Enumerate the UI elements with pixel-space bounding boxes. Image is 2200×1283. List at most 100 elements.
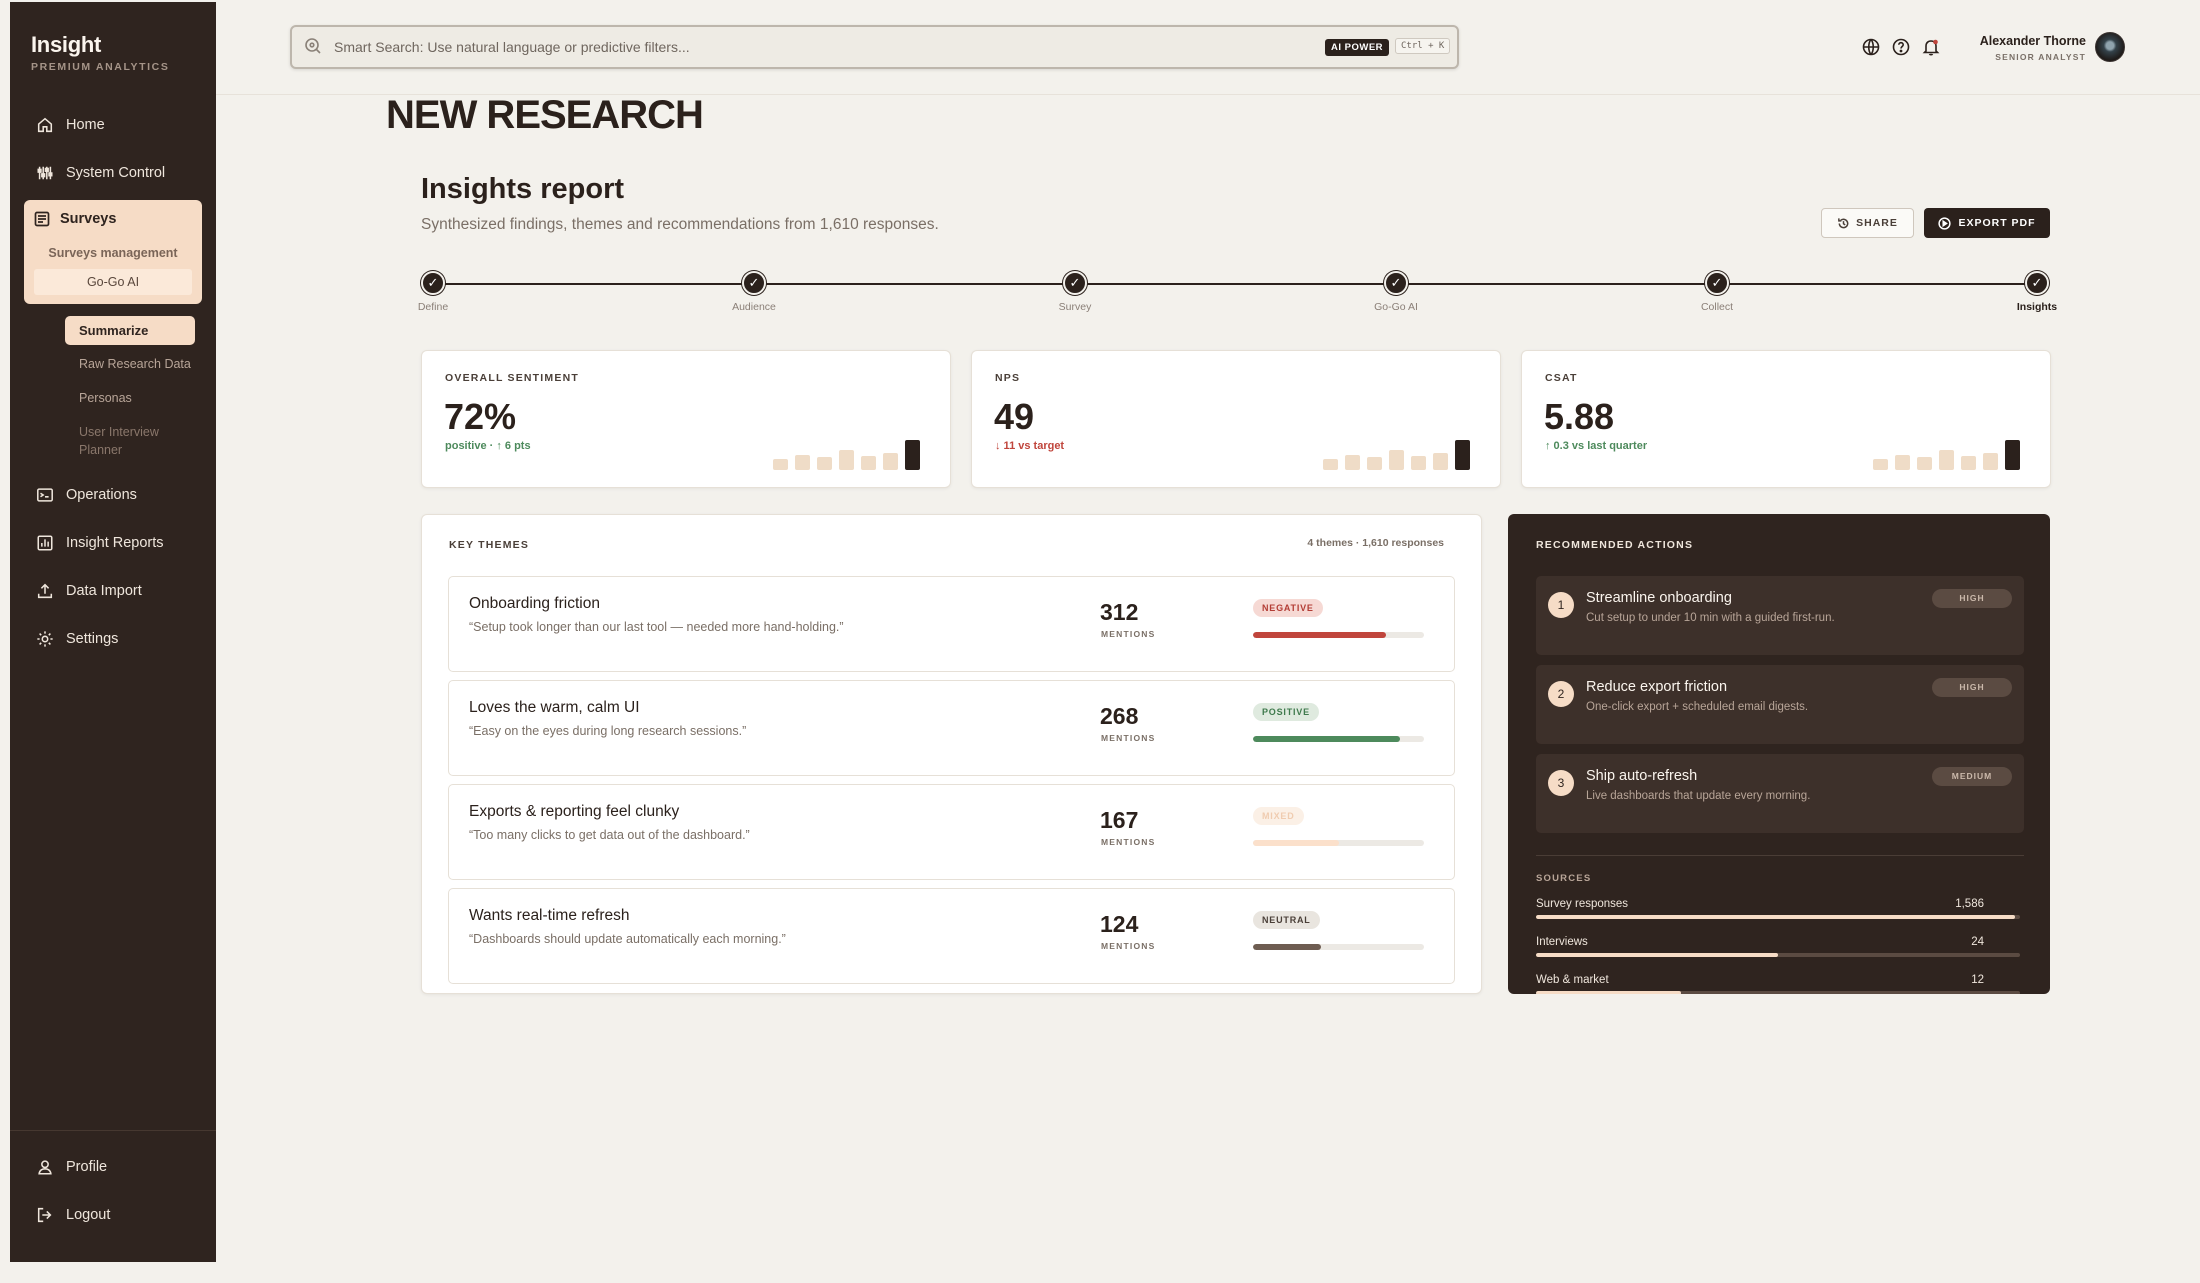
theme-title: Loves the warm, calm UI [469,699,640,716]
source-row: Web & market 12 [1536,974,2024,994]
bell-icon[interactable] [1921,37,1941,57]
sparkline [773,440,920,470]
sidebar-divider [10,1130,216,1131]
share-button[interactable]: SHARE [1821,208,1914,238]
report-chart-icon [37,535,53,551]
step-label: Survey [1058,301,1092,313]
priority-badge: HIGH [1932,678,2012,697]
check-icon: ✓ [2025,271,2049,295]
sidebar-item-settings[interactable]: Settings [36,630,118,648]
sidebar-item-raw-research-data[interactable]: Raw Research Data [79,357,191,371]
user-role: SENIOR ANALYST [1995,52,2086,62]
theme-title: Wants real-time refresh [469,907,630,924]
step-audience[interactable]: ✓ Audience [694,271,814,313]
key-themes-heading: KEY THEMES [449,539,530,551]
theme-mention-count: 124 [1100,911,1139,937]
export-pdf-button[interactable]: EXPORT PDF [1924,208,2050,238]
theme-quote: “Setup took longer than our last tool — … [469,620,844,634]
sidebar-group-surveys: Surveys Surveys management Go-Go AI [24,200,202,304]
sidebar-item-personas[interactable]: Personas [79,391,132,405]
sidebar-item-operations[interactable]: Operations [36,486,137,504]
theme-row[interactable]: Exports & reporting feel clunky “Too many… [448,784,1455,880]
sparkline-bar [1455,440,1470,470]
sliders-icon [37,166,53,180]
step-go-go-ai[interactable]: ✓ Go-Go AI [1336,271,1456,313]
avatar[interactable] [2095,32,2125,62]
search-bar[interactable]: Smart Search: Use natural language or pr… [290,25,1459,69]
metric-card: NPS 49 ↓ 11 vs target [971,350,1501,488]
sidebar-item-gogo-ai[interactable]: Go-Go AI [34,269,192,295]
step-survey[interactable]: ✓ Survey [1015,271,1135,313]
play-circle-icon [1938,216,1952,230]
sidebar-item-logout[interactable]: Logout [36,1206,110,1224]
sparkline-bar [1323,459,1338,470]
theme-mention-count: 167 [1100,807,1139,833]
check-icon: ✓ [1384,271,1408,295]
action-number: 1 [1548,592,1574,618]
upload-icon [37,583,53,599]
theme-row[interactable]: Onboarding friction “Setup took longer th… [448,576,1455,672]
help-icon[interactable] [1891,37,1911,57]
sparkline-bar [839,450,854,470]
source-bar-fill [1536,915,2016,919]
metric-card: CSAT 5.88 ↑ 0.3 vs last quarter [1521,350,2051,488]
sentiment-bar [1253,944,1424,950]
recommended-actions-heading: RECOMMENDED ACTIONS [1536,539,1694,551]
metric-value: 5.88 [1544,396,1615,437]
action-description: One-click export + scheduled email diges… [1586,701,1809,713]
sidebar-item-surveys-management[interactable]: Surveys management [24,246,202,260]
sidebar-item-system-control[interactable]: System Control [36,164,165,182]
sidebar-item-user-interview-planner[interactable]: User Interview Planner [79,423,199,459]
step-define[interactable]: ✓ Define [373,271,493,313]
home-icon [37,117,53,133]
check-icon: ✓ [1063,271,1087,295]
step-insights[interactable]: ✓ Insights [1977,271,2097,313]
check-icon: ✓ [421,271,445,295]
recommended-actions-panel: RECOMMENDED ACTIONS 1 Streamline onboardi… [1508,514,2050,994]
metric-label: NPS [995,372,1021,384]
sidebar-item-label: Operations [66,487,137,503]
sidebar-item-label: Settings [66,631,119,647]
terminal-icon [37,488,53,502]
user-name: Alexander Thorne [1979,34,2086,48]
share-history-icon [1838,217,1849,228]
list-icon [34,211,50,227]
step-collect[interactable]: ✓ Collect [1657,271,1777,313]
action-card[interactable]: 2 Reduce export friction One-click export … [1536,665,2024,744]
theme-row[interactable]: Loves the warm, calm UI “Easy on the eyes… [448,680,1455,776]
metric-label: CSAT [1545,372,1578,384]
sources-heading: SOURCES [1536,873,1592,884]
sidebar-item-summarize[interactable]: Summarize [65,316,195,345]
sparkline-bar [1983,453,1998,470]
action-number: 3 [1548,770,1574,796]
theme-mentions-label: MENTIONS [1101,941,1156,951]
globe-icon[interactable] [1861,37,1881,57]
check-icon: ✓ [1705,271,1729,295]
action-card[interactable]: 1 Streamline onboarding Cut setup to under… [1536,576,2024,655]
step-label: Audience [732,301,776,313]
search-input[interactable]: Smart Search: Use natural language or pr… [334,39,690,55]
source-name: Survey responses [1536,898,1629,910]
sidebar-item-insight-reports[interactable]: Insight Reports [36,534,164,552]
sidebar-item-surveys[interactable]: Surveys [34,211,116,227]
sidebar-item-home[interactable]: Home [36,116,105,134]
keyboard-shortcut-hint: Ctrl + K [1395,38,1451,54]
action-card[interactable]: 3 Ship auto-refresh Live dashboards that u… [1536,754,2024,833]
theme-mention-count: 268 [1100,703,1139,729]
priority-badge: HIGH [1932,589,2012,608]
sidebar-item-data-import[interactable]: Data Import [36,582,142,600]
action-title: Streamline onboarding [1586,590,1732,606]
sparkline-bar [1939,450,1954,470]
sparkline-bar [861,456,876,470]
sidebar: Insight PREMIUM ANALYTICS Home System Co… [10,2,216,1262]
sparkline-bar [773,459,788,470]
action-title: Reduce export friction [1586,679,1728,695]
theme-quote: “Dashboards should update automatically … [469,932,786,946]
sidebar-item-profile[interactable]: Profile [36,1158,107,1176]
source-bar-fill [1536,991,1682,994]
source-name: Web & market [1536,974,1609,986]
sparkline [1873,440,2020,470]
ai-search-icon [305,38,321,54]
theme-row[interactable]: Wants real-time refresh “Dashboards shoul… [448,888,1455,984]
export-pdf-label: EXPORT PDF [1958,217,2036,229]
